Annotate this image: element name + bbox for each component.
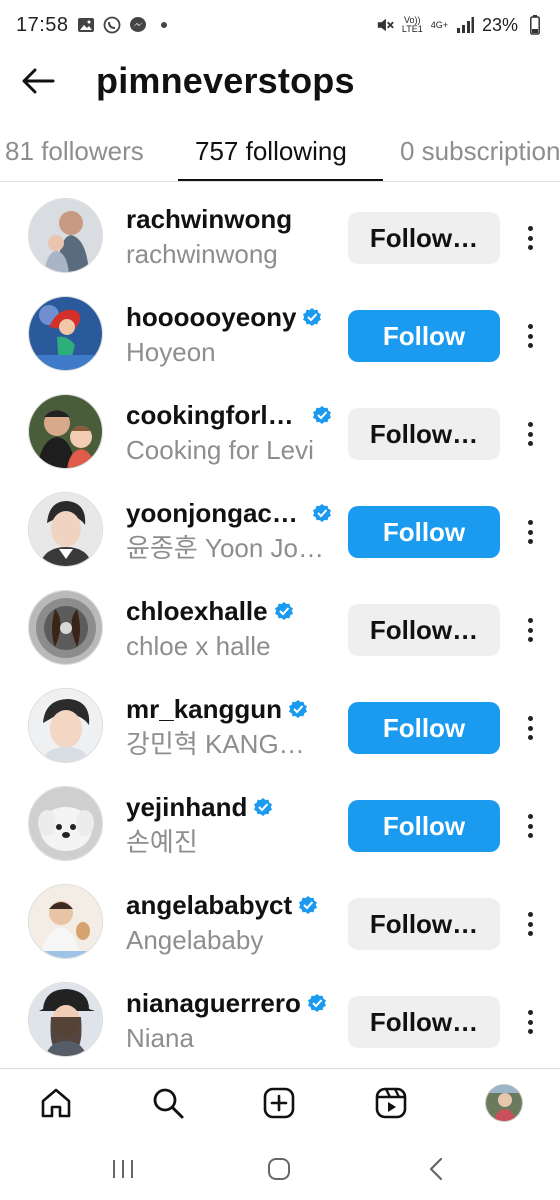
- display-name: Cooking for Levi: [126, 435, 314, 465]
- battery-percent: 23%: [481, 14, 518, 35]
- following-button[interactable]: Follow…: [348, 604, 500, 656]
- verified-badge-icon: [313, 406, 331, 424]
- username[interactable]: cookingforle…: [126, 400, 306, 431]
- home-icon[interactable]: [36, 1083, 76, 1123]
- more-options-icon[interactable]: [520, 320, 540, 352]
- follow-button[interactable]: Follow: [348, 800, 500, 852]
- list-item[interactable]: yejinhand 손예진 Follow: [0, 776, 560, 874]
- following-button[interactable]: Follow…: [348, 996, 500, 1048]
- display-name: Hoyeon: [126, 337, 216, 367]
- active-tab-indicator: [178, 179, 383, 181]
- username[interactable]: chloexhalle: [126, 596, 268, 627]
- display-name: Niana: [126, 1023, 194, 1053]
- more-options-icon[interactable]: [520, 908, 540, 940]
- following-button[interactable]: Follow…: [348, 898, 500, 950]
- avatar[interactable]: [28, 394, 103, 469]
- recent-apps-icon[interactable]: [105, 1154, 141, 1184]
- more-options-icon[interactable]: [520, 614, 540, 646]
- verified-badge-icon: [274, 602, 293, 620]
- page-title: pimneverstops: [96, 60, 355, 101]
- display-name: rachwinwong: [126, 239, 278, 269]
- system-navigation-bar: [0, 1138, 560, 1200]
- follow-button[interactable]: Follow: [348, 702, 500, 754]
- more-options-icon[interactable]: [520, 222, 540, 254]
- list-item[interactable]: yoonjongact… 윤종훈 Yoon Jo… Follow: [0, 482, 560, 580]
- following-button[interactable]: Follow…: [348, 408, 500, 460]
- list-item[interactable]: chloexhalle chloe x halle Follow…: [0, 580, 560, 678]
- tab-subscriptions[interactable]: 0 subscriptions: [400, 120, 560, 182]
- more-options-icon[interactable]: [520, 1006, 540, 1038]
- reels-icon[interactable]: [371, 1083, 411, 1123]
- back-button[interactable]: [0, 50, 78, 112]
- signal-icon: [456, 16, 474, 34]
- avatar[interactable]: [28, 296, 103, 371]
- list-item[interactable]: rachwinwong rachwinwong Follow…: [0, 188, 560, 286]
- verified-badge-icon: [307, 994, 326, 1012]
- back-system-icon[interactable]: [418, 1154, 454, 1184]
- following-button[interactable]: Follow…: [348, 212, 500, 264]
- verified-badge-icon: [313, 504, 331, 522]
- gallery-notification-icon: [77, 16, 95, 34]
- battery-icon: [526, 15, 544, 35]
- profile-header: pimneverstops: [0, 50, 560, 112]
- verified-badge-icon: [303, 308, 322, 326]
- list-item[interactable]: hoooooyeony Hoyeon Follow: [0, 286, 560, 384]
- follow-tabs: 81 followers 757 following 0 subscriptio…: [0, 120, 560, 182]
- avatar[interactable]: [28, 688, 103, 763]
- username[interactable]: rachwinwong: [126, 204, 292, 235]
- username[interactable]: yejinhand: [126, 792, 247, 823]
- avatar[interactable]: [28, 198, 103, 273]
- tab-following[interactable]: 757 following: [195, 120, 347, 182]
- list-item[interactable]: mr_kanggun 강민혁 KANG… Follow: [0, 678, 560, 776]
- more-options-icon[interactable]: [520, 810, 540, 842]
- create-post-icon[interactable]: [259, 1083, 299, 1123]
- more-notifications-dot-icon: [155, 16, 173, 34]
- username[interactable]: angelababyct: [126, 890, 292, 921]
- search-icon[interactable]: [148, 1083, 188, 1123]
- avatar[interactable]: [28, 590, 103, 665]
- volte-indicator: Vo)) LTE1: [401, 15, 423, 34]
- avatar[interactable]: [28, 786, 103, 861]
- display-name: Angelababy: [126, 925, 264, 955]
- verified-badge-icon: [254, 798, 273, 816]
- home-button-icon[interactable]: [261, 1154, 297, 1184]
- list-item[interactable]: cookingforle… Cooking for Levi Follow…: [0, 384, 560, 482]
- follow-button[interactable]: Follow: [348, 506, 500, 558]
- data-type-indicator: 4G+: [430, 19, 448, 30]
- follow-button[interactable]: Follow: [348, 310, 500, 362]
- username[interactable]: nianaguerrero: [126, 988, 301, 1019]
- list-item[interactable]: angelababyct Angelababy Follow…: [0, 874, 560, 972]
- verified-badge-icon: [299, 896, 318, 914]
- more-options-icon[interactable]: [520, 712, 540, 744]
- avatar[interactable]: [28, 492, 103, 567]
- avatar[interactable]: [28, 982, 103, 1057]
- bottom-navigation: [0, 1068, 560, 1138]
- whatsapp-notification-icon: [103, 16, 121, 34]
- display-name: 윤종훈 Yoon Jo…: [126, 533, 325, 563]
- more-options-icon[interactable]: [520, 516, 540, 548]
- list-item[interactable]: nianaguerrero Niana Follow…: [0, 972, 560, 1070]
- messenger-notification-icon: [129, 16, 147, 34]
- display-name: 손예진: [126, 827, 198, 857]
- mute-icon: [376, 16, 394, 34]
- status-bar: 17:58 Vo)) LTE1 4G+ 23%: [0, 0, 560, 50]
- more-options-icon[interactable]: [520, 418, 540, 450]
- profile-avatar[interactable]: [484, 1083, 524, 1123]
- verified-badge-icon: [289, 700, 308, 718]
- back-arrow-icon: [22, 68, 55, 94]
- avatar[interactable]: [28, 884, 103, 959]
- following-list: rachwinwong rachwinwong Follow… hoooooye…: [0, 188, 560, 1070]
- tab-followers[interactable]: 81 followers: [5, 120, 144, 182]
- status-time: 17:58: [16, 13, 69, 36]
- username[interactable]: yoonjongact…: [126, 498, 306, 529]
- display-name: chloe x halle: [126, 631, 271, 661]
- username[interactable]: hoooooyeony: [126, 302, 296, 333]
- display-name: 강민혁 KANG…: [126, 729, 305, 759]
- username[interactable]: mr_kanggun: [126, 694, 282, 725]
